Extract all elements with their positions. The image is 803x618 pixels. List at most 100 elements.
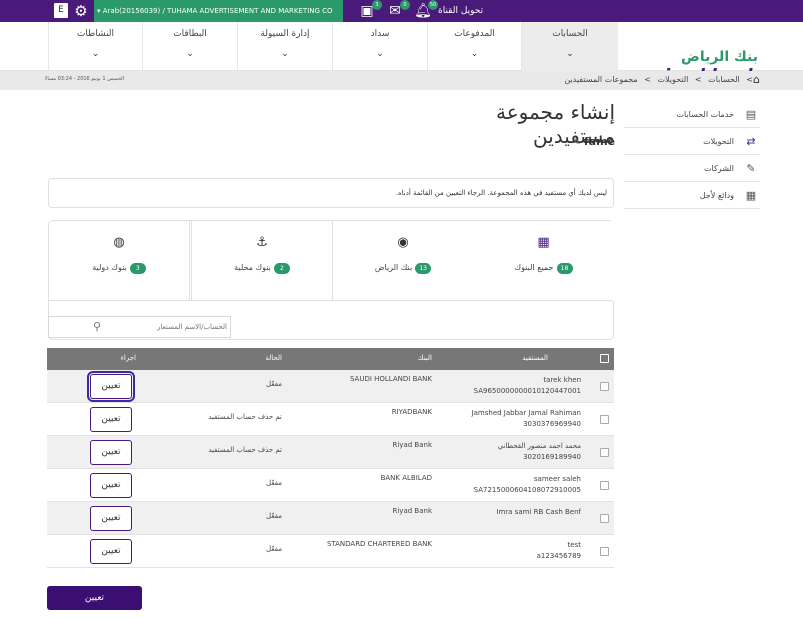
row-checkbox[interactable]: [600, 415, 609, 424]
nav-label: النشاطات: [76, 29, 115, 39]
tab-count: 2: [273, 263, 290, 274]
beneficiary-name: test: [567, 541, 581, 549]
riyad-bank-icon: ◉: [397, 235, 409, 250]
breadcrumb-transfers[interactable]: التحويلات: [657, 75, 688, 84]
beneficiary-account: 3020169189940: [523, 453, 581, 461]
international-banks-icon: ◍: [113, 235, 125, 250]
briefcase-icon[interactable]: ▣ 3: [356, 0, 382, 21]
row-checkbox[interactable]: [600, 547, 609, 556]
beneficiary-name: محمد احمد منصور القحطاني: [497, 442, 581, 450]
chevron-down-icon: ⌄: [566, 49, 574, 59]
sidebar-item-label: الشركات: [704, 164, 734, 173]
tab-international-banks[interactable]: ◍ 3بنوك دولية: [49, 221, 190, 301]
nav-cards[interactable]: البطاقات ⌄: [142, 22, 237, 71]
tab-local-banks[interactable]: ⚓︎ 2بنوك محلية: [191, 221, 332, 301]
beneficiary-account: SA7215000604108072910005: [473, 486, 581, 494]
tab-count: 18: [556, 263, 573, 274]
notifications-badge: 50: [428, 0, 438, 10]
empty-group-notice: ليس لديك أي مستفيد في هذه المجموعة. الرج…: [48, 178, 614, 208]
beneficiary-status: مفعّل: [266, 512, 282, 520]
top-bar: E ⚙ ▾ Arab(20156039) / TUHAMA ADVERTISEM…: [0, 0, 803, 22]
search-box[interactable]: ⚲: [48, 316, 231, 338]
beneficiary-account: 3030376969940: [523, 420, 581, 428]
header-action: اجراء: [120, 354, 136, 362]
header-beneficiary: المستفيد: [522, 354, 548, 362]
chevron-down-icon: ⌄: [186, 49, 194, 59]
language-toggle[interactable]: E: [54, 3, 68, 18]
assign-button[interactable]: تعيين: [90, 539, 132, 564]
pencil-icon[interactable]: ✎: [573, 138, 581, 148]
row-checkbox[interactable]: [600, 448, 609, 457]
assign-button[interactable]: تعيين: [90, 440, 132, 465]
beneficiary-account: a123456789: [536, 552, 581, 560]
group-name[interactable]: ✎ fame: [560, 135, 615, 148]
nav-activities[interactable]: النشاطات ⌄: [48, 22, 142, 71]
local-banks-icon: ⚓︎: [256, 235, 268, 250]
beneficiary-name: Imra sami RB Cash Benf: [496, 508, 581, 516]
mail-badge: 0: [400, 0, 410, 10]
breadcrumb-separator: >: [746, 75, 753, 84]
sidebar-item-account-services[interactable]: ▤ خدمات الحسابات: [624, 101, 760, 128]
nav-payments[interactable]: المدفوعات ⌄: [427, 22, 521, 71]
beneficiary-name: sameer saleh: [533, 475, 581, 483]
chevron-down-icon: ⌄: [281, 49, 289, 59]
nav-label: المدفوعات: [454, 29, 495, 39]
breadcrumb-separator: >: [644, 75, 651, 84]
beneficiary-account: SA9650000000010120447001: [473, 387, 581, 395]
sidebar-item-companies[interactable]: ✎ الشركات: [624, 155, 760, 182]
assign-selected-button[interactable]: تعيين: [47, 586, 142, 610]
tab-all-banks[interactable]: ▦ 18جميع البنوك: [473, 221, 614, 301]
beneficiary-bank: BANK ALBILAD: [380, 474, 432, 482]
row-checkbox[interactable]: [600, 514, 609, 523]
row-checkbox[interactable]: [600, 382, 609, 391]
deposit-icon: ▦: [745, 189, 757, 202]
logo-arabic: بنك الرياض: [681, 49, 758, 65]
tab-count: 13: [415, 263, 432, 274]
breadcrumb-beneficiary-groups: مجموعات المستفيدين: [564, 75, 638, 84]
assign-button[interactable]: تعيين: [90, 473, 132, 498]
beneficiary-bank: Riyad Bank: [392, 507, 433, 515]
table-header: المستفيد البنك الحالة اجراء: [47, 348, 614, 370]
tab-label: بنوك دولية: [92, 263, 127, 272]
sidebar-item-label: التحويلات: [703, 137, 734, 146]
breadcrumb-bar: ⌂ > الحسابات > التحويلات > مجموعات المست…: [0, 71, 803, 90]
sidebar-item-transfers[interactable]: ⇄ التحويلات: [624, 128, 760, 155]
nav-liquidity[interactable]: إدارة السيولة ⌄: [237, 22, 332, 71]
assign-button[interactable]: تعيين: [90, 506, 132, 531]
chevron-down-icon: ⌄: [470, 49, 479, 59]
all-banks-icon: ▦: [537, 235, 550, 250]
row-checkbox[interactable]: [600, 481, 609, 490]
side-menu: ▤ خدمات الحسابات ⇄ التحويلات ✎ الشركات ▦…: [624, 101, 760, 209]
beneficiary-status: تم حذف حساب المستفيد: [208, 413, 282, 421]
sidebar-item-label: ودائع لأجل: [699, 191, 734, 200]
beneficiary-status: تم حذف حساب المستفيد: [208, 446, 282, 454]
bell-icon[interactable]: 🔔︎ 50: [412, 0, 438, 21]
breadcrumb: > الحسابات > التحويلات > مجموعات المستفي…: [564, 75, 757, 84]
table-row: محمد احمد منصور القحطاني 3020169189940 Ri…: [47, 436, 614, 469]
tab-riyad-bank[interactable]: ◉ 13بنك الرياض: [332, 221, 473, 301]
assign-button[interactable]: تعيين: [90, 407, 132, 432]
table-row: sameer saleh SA7215000604108072910005 BAN…: [47, 469, 614, 502]
beneficiary-bank: STANDARD CHARTERED BANK: [326, 540, 432, 548]
chevron-down-icon: ⌄: [91, 49, 100, 59]
messages-badge: 3: [372, 0, 382, 10]
assign-button[interactable]: تعيين: [87, 371, 135, 402]
sidebar-item-term-deposits[interactable]: ▦ ودائع لأجل: [624, 182, 760, 209]
company-icon: ✎: [746, 162, 756, 175]
tab-count: 3: [129, 263, 146, 274]
nav-accounts[interactable]: الحسابات ⌄: [521, 22, 618, 71]
search-icon[interactable]: ⚲: [93, 320, 101, 333]
nav-label: الحسابات: [552, 29, 588, 39]
beneficiary-name: Jamshed Jabbar Jamal Rahiman: [471, 409, 581, 417]
mail-icon[interactable]: ✉ 0: [384, 0, 410, 21]
switch-channel-link[interactable]: تحويل القناة: [438, 0, 483, 22]
nav-label: إدارة السيولة: [260, 29, 310, 39]
select-all-checkbox[interactable]: [600, 354, 609, 363]
breadcrumb-separator: >: [694, 75, 702, 84]
sidebar-item-label: خدمات الحسابات: [676, 110, 734, 119]
account-selector[interactable]: ▾ Arab(20156039) / TUHAMA ADVERTISEMENT …: [94, 0, 343, 22]
nav-sadad[interactable]: سداد ⌄: [332, 22, 427, 71]
table-row: tarek khen SA9650000000010120447001 SAUDI…: [47, 370, 614, 403]
breadcrumb-accounts[interactable]: الحسابات: [708, 75, 740, 84]
gear-icon[interactable]: ⚙: [72, 1, 90, 21]
